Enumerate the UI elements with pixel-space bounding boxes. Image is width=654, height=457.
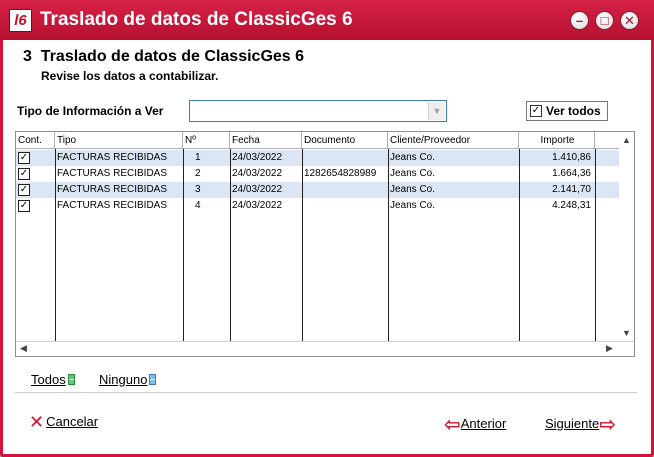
- scroll-left-icon[interactable]: ◀: [20, 343, 27, 354]
- cell-importe: 4.248,31: [552, 200, 591, 211]
- checkbox-checked-icon[interactable]: ✓: [18, 200, 30, 212]
- row-checkbox[interactable]: ✓: [16, 182, 55, 198]
- close-button[interactable]: ✕: [620, 11, 639, 30]
- select-none-icon: [149, 374, 157, 385]
- wizard-window: l6 Traslado de datos de ClassicGes 6 – □…: [0, 0, 654, 457]
- checkbox-checked-icon[interactable]: ✓: [18, 184, 30, 196]
- chevron-down-icon[interactable]: ▼: [428, 102, 445, 120]
- cell-num: 1: [195, 152, 201, 163]
- step-number: 3: [23, 48, 32, 65]
- cell-fecha: 24/03/2022: [232, 152, 283, 163]
- select-all-icon: [67, 374, 75, 385]
- row-checkbox[interactable]: ✓: [16, 150, 55, 166]
- cell-cliente: Jeans Co.: [390, 152, 436, 163]
- column-divider: [230, 149, 231, 342]
- select-all-label: Todos: [31, 372, 66, 387]
- ver-todos-label: Ver todos: [546, 104, 601, 118]
- arrow-right-icon: ⇨: [599, 414, 616, 436]
- title-bar[interactable]: l6 Traslado de datos de ClassicGes 6 – □…: [0, 0, 654, 40]
- cell-num: 4: [195, 200, 201, 211]
- footer-separator: [15, 392, 637, 393]
- minimize-button[interactable]: –: [570, 11, 589, 30]
- step-title: 3 Traslado de datos de ClassicGes 6: [23, 48, 304, 66]
- checkbox-checked-icon[interactable]: ✓: [18, 168, 30, 180]
- column-header-importe[interactable]: Importe: [519, 132, 595, 149]
- grid-header: Cont. Tipo Nº Fecha Documento Cliente/Pr…: [16, 132, 620, 149]
- step-subtitle: Revise los datos a contabilizar.: [41, 69, 219, 83]
- checkbox-checked-icon[interactable]: ✓: [530, 105, 542, 117]
- scroll-up-icon[interactable]: ▲: [622, 135, 631, 145]
- cancel-x-icon: ✕: [29, 412, 45, 432]
- column-divider: [388, 149, 389, 342]
- scroll-down-icon[interactable]: ▼: [622, 328, 631, 338]
- cancel-button[interactable]: ✕ Cancelar: [29, 412, 98, 433]
- column-header-tipo[interactable]: Tipo: [55, 132, 183, 149]
- column-divider: [519, 149, 520, 342]
- app-logo-icon: l6: [9, 9, 32, 32]
- cell-documento: [304, 198, 388, 214]
- select-none-button[interactable]: Ninguno: [99, 372, 157, 387]
- column-header-fecha[interactable]: Fecha: [230, 132, 302, 149]
- cell-num: 3: [195, 184, 201, 195]
- cell-cliente: Jeans Co.: [390, 184, 436, 195]
- wizard-content: 3 Traslado de datos de ClassicGes 6 Revi…: [3, 40, 651, 454]
- column-divider: [183, 149, 184, 342]
- cell-tipo: FACTURAS RECIBIDAS: [57, 200, 168, 211]
- cell-tipo: FACTURAS RECIBIDAS: [57, 184, 168, 195]
- column-divider: [595, 149, 596, 342]
- vertical-scrollbar[interactable]: ▲ ▼: [619, 132, 634, 342]
- select-none-label: Ninguno: [99, 372, 148, 387]
- checkbox-checked-icon[interactable]: ✓: [18, 152, 30, 164]
- ver-todos-checkbox[interactable]: ✓ Ver todos: [526, 101, 608, 121]
- cell-documento: 1282654828989: [304, 168, 377, 179]
- cell-importe: 2.141,70: [552, 184, 591, 195]
- back-label: Anterior: [460, 416, 507, 431]
- cell-importe: 1.410,86: [552, 152, 591, 163]
- row-checkbox[interactable]: ✓: [16, 198, 55, 214]
- cell-cliente: Jeans Co.: [390, 168, 436, 179]
- arrow-left-icon: ⇦: [444, 414, 461, 436]
- column-divider: [302, 149, 303, 342]
- column-header-cont[interactable]: Cont.: [16, 132, 55, 149]
- cell-fecha: 24/03/2022: [232, 200, 283, 211]
- cell-num: 2: [195, 168, 201, 179]
- column-header-num[interactable]: Nº: [183, 132, 230, 149]
- select-all-button[interactable]: Todos: [31, 372, 75, 387]
- cell-tipo: FACTURAS RECIBIDAS: [57, 152, 168, 163]
- table-row[interactable]: ✓ FACTURAS RECIBIDAS 3 24/03/2022 Jeans …: [16, 182, 620, 198]
- scroll-right-icon[interactable]: ▶: [606, 343, 613, 354]
- info-type-select[interactable]: ▼: [189, 100, 447, 122]
- table-row[interactable]: ✓ FACTURAS RECIBIDAS 4 24/03/2022 Jeans …: [16, 198, 620, 214]
- cell-fecha: 24/03/2022: [232, 168, 283, 179]
- step-title-text: Traslado de datos de ClassicGes 6: [40, 48, 305, 65]
- column-header-documento[interactable]: Documento: [302, 132, 388, 149]
- table-row[interactable]: ✓ FACTURAS RECIBIDAS 2 24/03/2022 128265…: [16, 166, 620, 182]
- back-button[interactable]: ⇦Anterior: [444, 412, 506, 437]
- cell-documento: [304, 150, 388, 166]
- maximize-button[interactable]: □: [595, 11, 614, 30]
- next-button[interactable]: Siguiente⇨: [545, 412, 616, 437]
- next-label: Siguiente: [545, 416, 600, 431]
- cell-importe: 1.664,36: [552, 168, 591, 179]
- info-type-label: Tipo de Información a Ver: [17, 104, 164, 118]
- cell-cliente: Jeans Co.: [390, 200, 436, 211]
- cell-fecha: 24/03/2022: [232, 184, 283, 195]
- horizontal-scrollbar[interactable]: ◀ ▶: [16, 341, 634, 356]
- column-divider: [55, 149, 56, 342]
- data-grid: Cont. Tipo Nº Fecha Documento Cliente/Pr…: [15, 131, 635, 357]
- column-header-cliente[interactable]: Cliente/Proveedor: [388, 132, 519, 149]
- cell-documento: [304, 182, 388, 198]
- cell-tipo: FACTURAS RECIBIDAS: [57, 168, 168, 179]
- row-checkbox[interactable]: ✓: [16, 166, 55, 182]
- window-title: Traslado de datos de ClassicGes 6: [40, 9, 353, 30]
- cancel-label: Cancelar: [46, 414, 99, 429]
- table-row[interactable]: ✓ FACTURAS RECIBIDAS 1 24/03/2022 Jeans …: [16, 150, 620, 166]
